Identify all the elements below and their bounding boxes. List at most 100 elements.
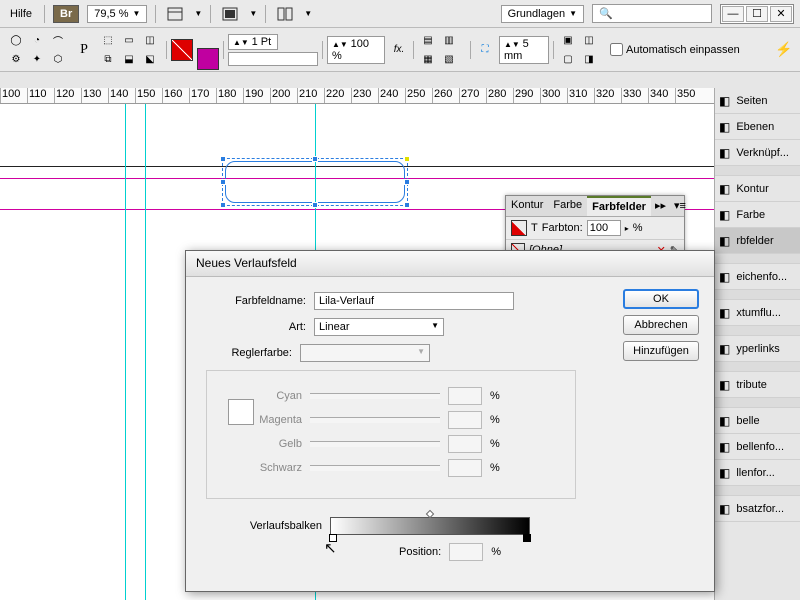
type-combo[interactable]: Linear▼ [314,318,444,336]
search-input[interactable]: 🔍 [592,4,712,23]
magenta-value[interactable] [448,411,482,429]
yellow-value[interactable] [448,435,482,453]
zoom-level[interactable]: 79,5 % ▼ [87,5,147,23]
swatches-tabs: Kontur Farbe Farbfelder ▸▸ ▾≡ [506,196,684,217]
fill-swatch[interactable] [171,39,193,61]
fit-content-icon[interactable]: ▣ [558,31,578,49]
position-value[interactable] [449,543,483,561]
ruler-horizontal: 1001101201301401501601701801902002102202… [0,88,714,104]
magenta-slider[interactable] [310,417,440,423]
type-tool-icon[interactable]: P [74,41,94,59]
close-button[interactable]: ✕ [770,6,792,22]
cmyk-group: Cyan% Magenta% Gelb% Schwarz% [206,370,576,499]
object-tool-5-icon[interactable]: ⬓ [119,50,139,68]
panel-icon: ◧ [719,94,730,108]
panel-item-5[interactable]: ◧Farbe [715,202,800,228]
panel-item-8[interactable]: ◧eichenfo... [715,264,800,290]
add-button[interactable]: Hinzufügen [623,341,699,361]
panel-item-0[interactable]: ◧Seiten [715,88,800,114]
panel-icon: ◧ [719,440,730,454]
fit-frame-icon[interactable]: ◫ [579,31,599,49]
panel-icon: ◧ [719,270,730,284]
stopcolor-combo[interactable]: ▼ [300,344,430,362]
object-tool-2-icon[interactable]: ▭ [119,31,139,49]
flash-icon[interactable]: ⚡ [774,41,794,59]
panel-collapse-icon[interactable]: ▸▸ [651,196,670,216]
panel-item-20[interactable]: ◧bsatzfor... [715,496,800,522]
panel-item-10[interactable]: ◧xtumflu... [715,300,800,326]
center-icon[interactable]: ▢ [558,50,578,68]
black-slider[interactable] [310,465,440,471]
window-controls: — ☐ ✕ [720,4,794,24]
arc-tool-icon[interactable]: ⌒ [48,31,68,49]
panel-icon: ◧ [719,234,730,248]
autofit-checkbox[interactable]: Automatisch einpassen [610,43,740,56]
wrap-2-icon[interactable]: ▥ [439,31,459,49]
star-tool-icon[interactable]: ✦ [27,50,47,68]
color-preview [228,399,254,425]
swatchname-label: Farbfeldname: [206,295,306,307]
panel-item-16[interactable]: ◧belle [715,408,800,434]
polygon-tool-icon[interactable]: ⬡ [48,50,68,68]
screen-mode-icon[interactable] [219,3,241,25]
bridge-button[interactable]: Br [53,5,79,23]
stroke-swatch[interactable] [197,48,219,70]
fit-icon[interactable]: ⛶ [475,41,495,59]
tab-farbe[interactable]: Farbe [548,196,587,216]
panel-icon: ◧ [719,342,730,356]
fill-stroke-icon[interactable] [511,220,527,236]
cyan-value[interactable] [448,387,482,405]
stroke-weight[interactable]: ▲▼ 1 Pt [228,34,278,50]
gradient-ramp[interactable] [330,517,530,535]
workspace-combo[interactable]: Grundlagen ▼ [501,5,584,23]
gradient-midpoint[interactable] [426,510,434,518]
panel-item-17[interactable]: ◧bellenfo... [715,434,800,460]
panel-item-6[interactable]: ◧rbfelder [715,228,800,254]
object-tool-1-icon[interactable]: ⬚ [98,31,118,49]
cancel-button[interactable]: Abbrechen [623,315,699,335]
panel-item-14[interactable]: ◧tribute [715,372,800,398]
new-gradient-dialog: Neues Verlaufsfeld OK Abbrechen Hinzufüg… [185,250,715,592]
tint-label: Farbton: [542,222,583,234]
ellipse-tool-icon[interactable]: ◯ [6,31,26,49]
arrange-icon[interactable] [274,3,296,25]
swatchname-input[interactable] [314,292,514,310]
panel-item-2[interactable]: ◧Verknüpf... [715,140,800,166]
yellow-slider[interactable] [310,441,440,447]
fx-icon[interactable]: fx. [389,41,409,59]
text-color-icon[interactable]: T [531,222,538,234]
dialog-title: Neues Verlaufsfeld [186,251,714,277]
ok-button[interactable]: OK [623,289,699,309]
panel-item-13 [715,362,800,372]
panel-item-1[interactable]: ◧Ebenen [715,114,800,140]
panel-icon: ◧ [719,378,730,392]
stroke-style[interactable] [228,52,318,66]
gear-tool-icon[interactable]: ⚙ [6,50,26,68]
object-tool-4-icon[interactable]: ⧉ [98,50,118,68]
minimize-button[interactable]: — [722,6,744,22]
fill-frame-icon[interactable]: ◨ [579,50,599,68]
wrap-4-icon[interactable]: ▧ [439,50,459,68]
panel-icon: ◧ [719,182,730,196]
panel-item-18[interactable]: ◧llenfor... [715,460,800,486]
object-tool-3-icon[interactable]: ◫ [140,31,160,49]
wrap-3-icon[interactable]: ▦ [418,50,438,68]
panel-item-4[interactable]: ◧Kontur [715,176,800,202]
black-value[interactable] [448,459,482,477]
tab-farbfelder[interactable]: Farbfelder [587,196,651,216]
pie-tool-icon[interactable]: ◔ [27,31,47,49]
panel-menu-icon[interactable]: ▾≡ [670,196,690,216]
menu-help[interactable]: Hilfe [6,6,36,22]
panel-item-12[interactable]: ◧yperlinks [715,336,800,362]
gradient-stop-right[interactable] [523,534,531,542]
view-options-icon[interactable] [164,3,186,25]
object-tool-6-icon[interactable]: ⬕ [140,50,160,68]
tab-kontur[interactable]: Kontur [506,196,548,216]
opacity[interactable]: ▲▼ 100 % [327,36,385,64]
search-icon: 🔍 [599,7,613,20]
tint-value[interactable] [587,220,621,236]
cyan-slider[interactable] [310,393,440,399]
spacing[interactable]: ▲▼ 5 mm [499,36,549,64]
maximize-button[interactable]: ☐ [746,6,768,22]
wrap-1-icon[interactable]: ▤ [418,31,438,49]
